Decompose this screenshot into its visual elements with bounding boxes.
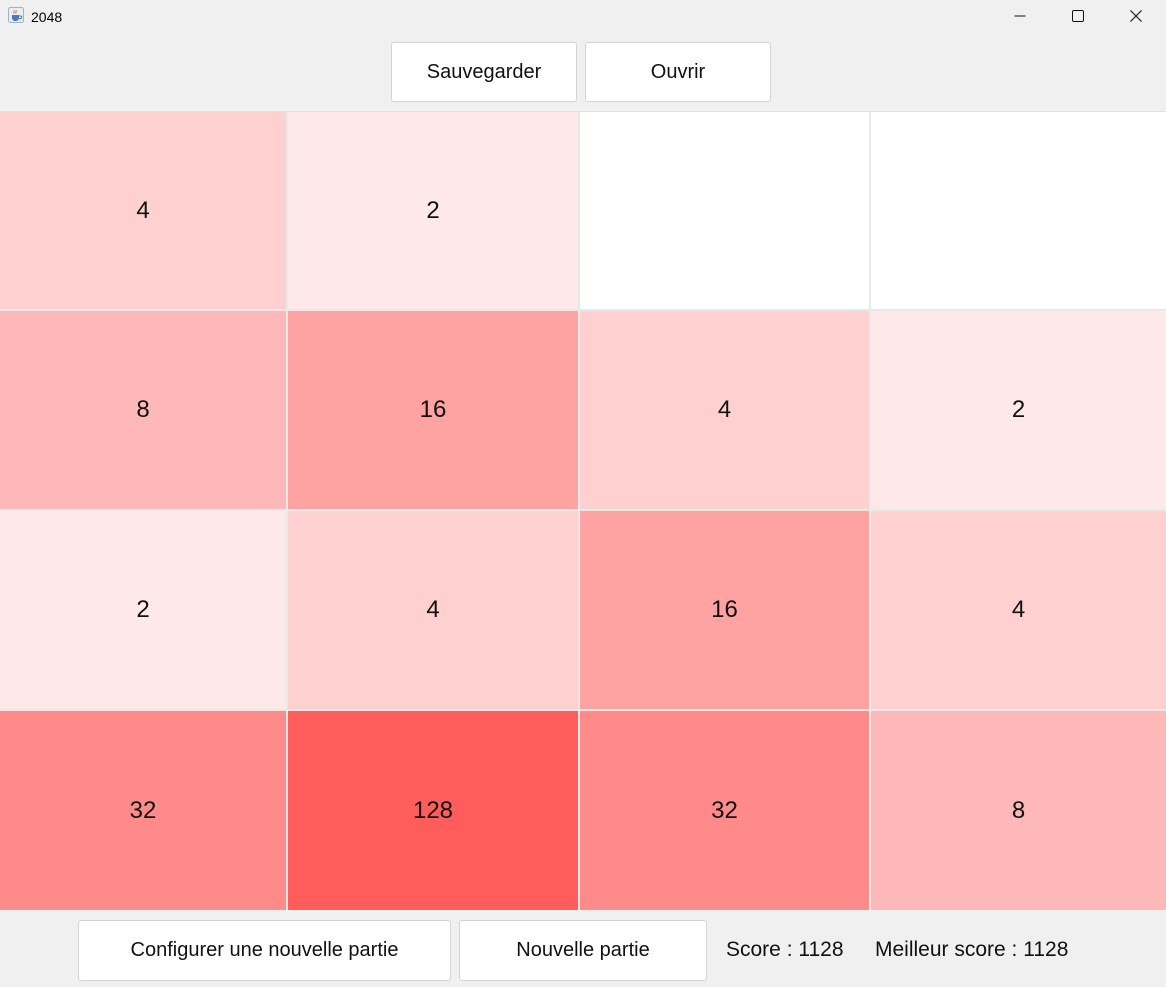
minimize-icon <box>1014 15 1026 17</box>
configure-new-game-button[interactable]: Configurer une nouvelle partie <box>78 920 451 981</box>
maximize-icon <box>1072 10 1084 22</box>
board-tile: 8 <box>0 311 288 511</box>
board-tile: 32 <box>580 711 871 910</box>
board-tile: 4 <box>580 311 871 511</box>
bottom-bar: Configurer une nouvelle partie Nouvelle … <box>0 910 1166 987</box>
maximize-button[interactable] <box>1049 0 1107 32</box>
board-tile: 8 <box>871 711 1166 910</box>
tile-value: 4 <box>136 196 150 224</box>
tile-value: 2 <box>1011 396 1026 423</box>
board-tile <box>871 112 1166 311</box>
board-tile: 16 <box>288 311 580 511</box>
save-button[interactable]: Sauvegarder <box>391 42 577 102</box>
app-window: 2048 Sauvegarder Ouvrir 4 2 8 16 4 2 2 4 16 4 32 12… <box>0 0 1166 987</box>
board-tile <box>580 112 871 311</box>
tile-value: 8 <box>1011 796 1026 824</box>
tile-value: 4 <box>1011 596 1026 623</box>
close-button[interactable] <box>1107 0 1165 32</box>
game-board: 4 2 8 16 4 2 2 4 16 4 32 128 32 8 <box>0 112 1166 910</box>
tile-value: 16 <box>711 596 738 623</box>
open-button[interactable]: Ouvrir <box>585 42 771 102</box>
window-title: 2048 <box>31 9 63 25</box>
tile-value: 2 <box>426 196 440 224</box>
minimize-button[interactable] <box>991 0 1049 32</box>
board-tile: 4 <box>871 511 1166 711</box>
board-tile: 2 <box>871 311 1166 511</box>
board-tile: 16 <box>580 511 871 711</box>
board-tile: 2 <box>0 511 288 711</box>
tile-value: 4 <box>426 596 440 623</box>
close-icon <box>1130 10 1142 22</box>
tile-value: 128 <box>412 796 454 824</box>
board-tile: 4 <box>288 511 580 711</box>
tile-value: 4 <box>717 396 732 423</box>
board-tile: 128 <box>288 711 580 910</box>
tile-value: 2 <box>136 596 150 623</box>
best-score-label: Meilleur score : 1128 <box>875 938 1069 961</box>
top-toolbar: Sauvegarder Ouvrir <box>0 34 1166 112</box>
tile-value: 8 <box>136 396 150 423</box>
tile-value: 16 <box>419 396 447 423</box>
score-label: Score : 1128 <box>726 938 844 961</box>
tile-value: 32 <box>129 796 157 824</box>
java-cup-icon <box>8 7 24 23</box>
new-game-button[interactable]: Nouvelle partie <box>459 920 707 981</box>
board-tile: 32 <box>0 711 288 910</box>
title-bar: 2048 <box>0 0 1166 34</box>
board-tile: 4 <box>0 112 288 311</box>
tile-value: 32 <box>711 796 738 824</box>
board-tile: 2 <box>288 112 580 311</box>
